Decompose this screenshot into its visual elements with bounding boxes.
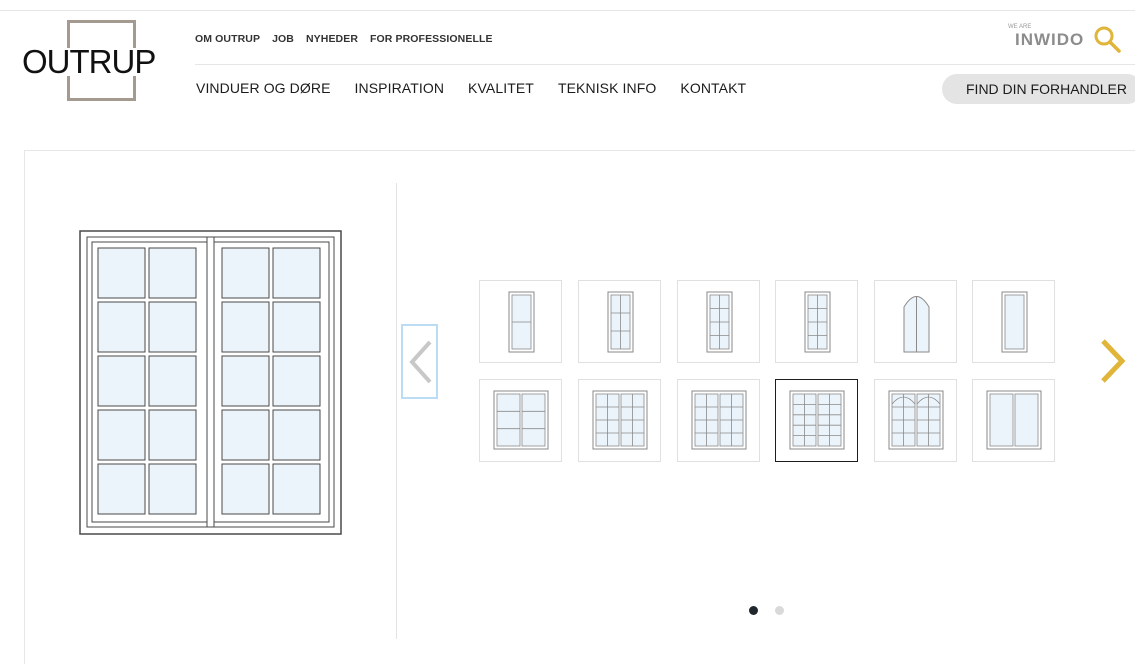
window-type-icon	[607, 291, 634, 353]
chevron-right-icon	[1101, 339, 1126, 383]
window-type-icon	[804, 291, 831, 353]
main-nav-kontakt[interactable]: KONTAKT	[680, 80, 746, 96]
window-type-thumb[interactable]	[874, 379, 957, 462]
window-type-icon	[592, 390, 648, 450]
top-nav-for-professionelle[interactable]: FOR PROFESSIONELLE	[370, 33, 493, 45]
window-type-icon	[903, 296, 930, 353]
main-nav-kvalitet[interactable]: KVALITET	[468, 80, 534, 96]
top-nav-job[interactable]: JOB	[272, 33, 294, 45]
window-type-icon	[789, 390, 845, 450]
inwido-name: INWIDO	[1015, 30, 1085, 49]
window-type-thumb[interactable]	[972, 379, 1055, 462]
panel-divider	[396, 183, 397, 639]
find-dealer-button[interactable]: FIND DIN FORHANDLER	[942, 74, 1135, 104]
window-type-thumb[interactable]	[479, 379, 562, 462]
content-border-top	[24, 150, 1135, 151]
window-preview	[79, 230, 343, 536]
carousel-prev-button[interactable]	[401, 324, 438, 399]
window-type-thumb[interactable]	[874, 280, 957, 363]
window-type-thumb[interactable]	[972, 280, 1055, 363]
top-nav-nyheder[interactable]: NYHEDER	[306, 33, 358, 45]
top-border	[0, 10, 1135, 11]
top-nav-om-outrup[interactable]: OM OUTRUP	[195, 33, 260, 45]
main-nav-vinduer-og-doere[interactable]: VINDUER OG DØRE	[196, 80, 331, 96]
window-type-icon	[986, 390, 1042, 450]
carousel-dot-1[interactable]	[749, 606, 758, 615]
window-type-thumb[interactable]	[775, 379, 858, 462]
window-type-thumb[interactable]	[775, 280, 858, 363]
window-type-thumb[interactable]	[578, 379, 661, 462]
window-type-icon	[888, 390, 944, 450]
window-type-thumb[interactable]	[479, 280, 562, 363]
main-nav: VINDUER OG DØRE INSPIRATION KVALITET TEK…	[196, 80, 746, 96]
top-nav: OM OUTRUP JOB NYHEDER FOR PROFESSIONELLE	[195, 33, 493, 45]
outrup-logo[interactable]: OUTRUP	[22, 20, 162, 104]
header-divider	[195, 64, 1135, 65]
chevron-left-icon	[409, 340, 432, 384]
search-button[interactable]	[1092, 24, 1122, 54]
search-icon	[1094, 26, 1121, 53]
window-type-icon	[508, 291, 535, 353]
window-type-thumb[interactable]	[677, 379, 760, 462]
window-type-thumb[interactable]	[677, 280, 760, 363]
window-type-thumb[interactable]	[578, 280, 661, 363]
logo-text: OUTRUP	[22, 43, 156, 80]
window-type-icon	[1001, 291, 1028, 353]
window-type-icon	[493, 390, 549, 450]
carousel-dot-2[interactable]	[775, 606, 784, 615]
content-border-left	[24, 150, 25, 664]
window-type-icon	[691, 390, 747, 450]
main-nav-inspiration[interactable]: INSPIRATION	[355, 80, 445, 96]
window-type-icon	[706, 291, 733, 353]
inwido-logo[interactable]: WE ARE INWIDO	[1005, 24, 1085, 50]
carousel-next-button[interactable]	[1094, 335, 1134, 387]
window-preview-drawing	[79, 230, 342, 535]
main-nav-teknisk-info[interactable]: TEKNISK INFO	[558, 80, 656, 96]
